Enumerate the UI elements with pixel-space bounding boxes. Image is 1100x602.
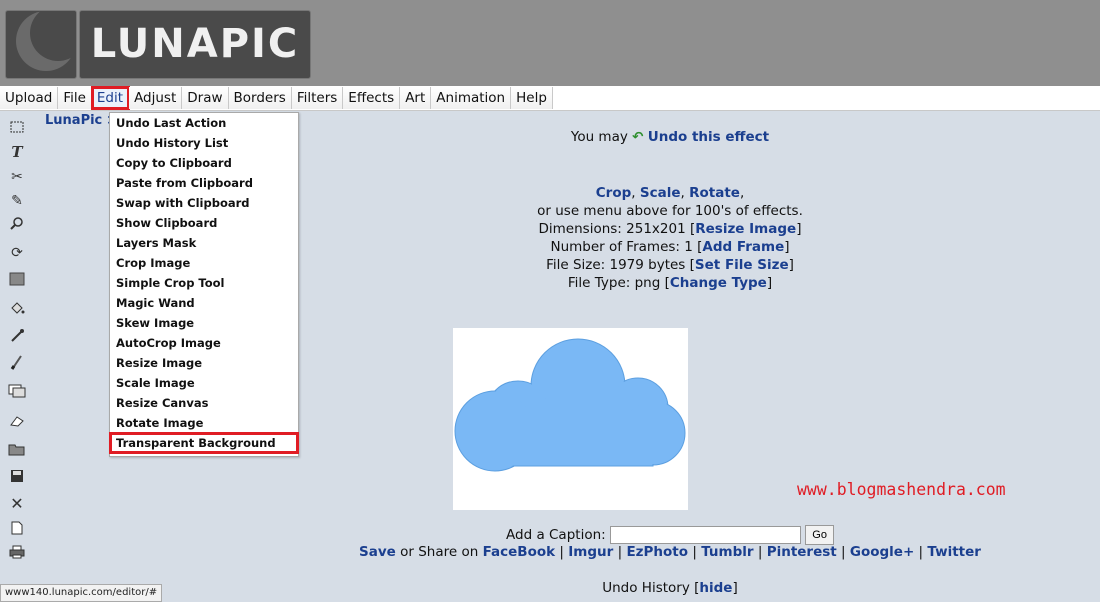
edit-dropdown-menu: Undo Last Action Undo History List Copy … <box>109 112 299 457</box>
filetype-text: File Type: png [ <box>567 275 670 291</box>
undo-arrow-icon: ↶ <box>632 129 644 145</box>
dimensions-line: Dimensions: 251x201 [Resize Image] <box>538 221 802 237</box>
save-link[interactable]: Save <box>359 544 396 560</box>
menu-filters[interactable]: Filters <box>291 87 344 109</box>
undo-history-row: Undo History [hide] <box>602 580 738 596</box>
menu-help[interactable]: Help <box>511 87 553 109</box>
edit-menu-item[interactable]: Skew Image <box>110 313 298 333</box>
resize-image-link[interactable]: Resize Image <box>695 221 796 237</box>
share-facebook-link[interactable]: FaceBook <box>483 544 556 560</box>
edit-menu-item[interactable]: Copy to Clipboard <box>110 153 298 173</box>
paint-bucket-icon[interactable] <box>8 300 26 318</box>
edit-menu-item[interactable]: Show Clipboard <box>110 213 298 233</box>
print-icon[interactable] <box>8 545 26 563</box>
image-info-block: Crop, Scale, Rotate, or use menu above f… <box>300 184 1040 292</box>
edit-menu-item[interactable]: Crop Image <box>110 253 298 273</box>
crop-link[interactable]: Crop <box>596 185 632 201</box>
edit-menu-item[interactable]: Layers Mask <box>110 233 298 253</box>
edit-menu-item[interactable]: Magic Wand <box>110 293 298 313</box>
lunapic-logo[interactable]: LUNAPIC <box>79 10 311 79</box>
eyedropper-icon[interactable] <box>8 328 26 346</box>
undo-effect-link[interactable]: Undo this effect <box>648 129 769 145</box>
dimensions-text: Dimensions: 251x201 [ <box>538 221 696 237</box>
share-pinterest-link[interactable]: Pinterest <box>767 544 837 560</box>
crop-scale-rotate-line: Crop, Scale, Rotate, <box>595 185 745 201</box>
share-tumblr-link[interactable]: Tumblr <box>701 544 753 560</box>
edit-menu-item[interactable]: Swap with Clipboard <box>110 193 298 213</box>
edit-menu-item[interactable]: Undo History List <box>110 133 298 153</box>
edit-menu-item[interactable]: AutoCrop Image <box>110 333 298 353</box>
menu-file[interactable]: File <box>58 87 92 109</box>
menu-animation[interactable]: Animation <box>431 87 512 109</box>
scale-link[interactable]: Scale <box>640 185 681 201</box>
menu-borders[interactable]: Borders <box>228 87 292 109</box>
brush-icon[interactable] <box>8 354 26 372</box>
new-document-icon[interactable] <box>8 521 26 539</box>
scissors-icon[interactable]: ✂ <box>8 168 26 186</box>
tool-sidebar: T ✂ ✎ ⟳ ✕ <box>0 112 34 600</box>
transparent-background-item[interactable]: Transparent Background <box>109 432 299 454</box>
zoom-icon[interactable] <box>8 216 26 234</box>
edit-menu-item[interactable]: Paste from Clipboard <box>110 173 298 193</box>
layers-image-icon[interactable] <box>8 384 26 402</box>
moon-logo-icon[interactable] <box>5 10 77 79</box>
edit-menu-item[interactable]: Undo Last Action <box>110 113 298 133</box>
menu-art[interactable]: Art <box>400 87 432 109</box>
gradient-icon[interactable] <box>8 272 26 290</box>
header-bar: LUNAPIC <box>0 0 1100 86</box>
share-googleplus-link[interactable]: Google+ <box>850 544 914 560</box>
menu-draw[interactable]: Draw <box>182 87 229 109</box>
blog-watermark: www.blogmashendra.com <box>797 480 1006 499</box>
menu-effects[interactable]: Effects <box>343 87 401 109</box>
edit-menu-item[interactable]: Simple Crop Tool <box>110 273 298 293</box>
caption-label: Add a Caption: <box>506 527 606 543</box>
menu-adjust[interactable]: Adjust <box>129 87 183 109</box>
share-imgur-link[interactable]: Imgur <box>568 544 613 560</box>
status-bar-url: www140.lunapic.com/editor/# <box>0 584 163 602</box>
share-row: Save or Share on FaceBook | Imgur | EzPh… <box>359 544 981 560</box>
you-may-text: You may <box>570 129 628 145</box>
breadcrumb[interactable]: LunaPic > <box>45 113 118 128</box>
or-share-text: or Share on <box>400 544 479 560</box>
cloud-image <box>454 338 686 472</box>
edited-image-canvas[interactable] <box>453 328 688 510</box>
frames-line: Number of Frames: 1 [Add Frame] <box>550 239 790 255</box>
caption-input[interactable] <box>609 526 801 544</box>
share-ezphoto-link[interactable]: EzPhoto <box>626 544 688 560</box>
main-menubar: Upload File Edit Adjust Draw Borders Fil… <box>0 86 1100 111</box>
hide-undo-history-link[interactable]: hide <box>699 580 732 596</box>
pencil-icon[interactable]: ✎ <box>8 192 26 210</box>
menu-upload[interactable]: Upload <box>0 87 59 109</box>
close-icon[interactable]: ✕ <box>8 495 26 513</box>
set-file-size-link[interactable]: Set File Size <box>695 257 789 273</box>
edit-menu-item[interactable]: Scale Image <box>110 373 298 393</box>
edit-menu-item[interactable]: Rotate Image <box>110 413 298 433</box>
share-twitter-link[interactable]: Twitter <box>927 544 981 560</box>
add-frame-link[interactable]: Add Frame <box>702 239 784 255</box>
undo-history-label: Undo History [ <box>602 580 700 596</box>
edit-menu-item[interactable]: Resize Image <box>110 353 298 373</box>
caption-go-button[interactable]: Go <box>805 525 834 545</box>
filesize-line: File Size: 1979 bytes [Set File Size] <box>546 257 794 273</box>
eraser-icon[interactable] <box>8 414 26 432</box>
rotate-link[interactable]: Rotate <box>689 185 740 201</box>
change-type-link[interactable]: Change Type <box>670 275 767 291</box>
filetype-line: File Type: png [Change Type] <box>567 275 773 291</box>
caption-row: Add a Caption: Go <box>300 525 1040 545</box>
marquee-select-icon[interactable] <box>8 120 26 138</box>
save-disk-icon[interactable] <box>8 469 26 487</box>
rotate-icon[interactable]: ⟳ <box>8 244 26 262</box>
text-tool-icon[interactable]: T <box>8 143 26 161</box>
undo-prompt: You may ↶ Undo this effect <box>300 129 1040 145</box>
filesize-text: File Size: 1979 bytes [ <box>546 257 695 273</box>
menu-edit[interactable]: Edit <box>90 86 131 110</box>
edit-menu-item[interactable]: Resize Canvas <box>110 393 298 413</box>
open-folder-icon[interactable] <box>8 442 26 460</box>
menu-hint-text: or use menu above for 100's of effects. <box>537 203 803 219</box>
frames-text: Number of Frames: 1 [ <box>550 239 703 255</box>
